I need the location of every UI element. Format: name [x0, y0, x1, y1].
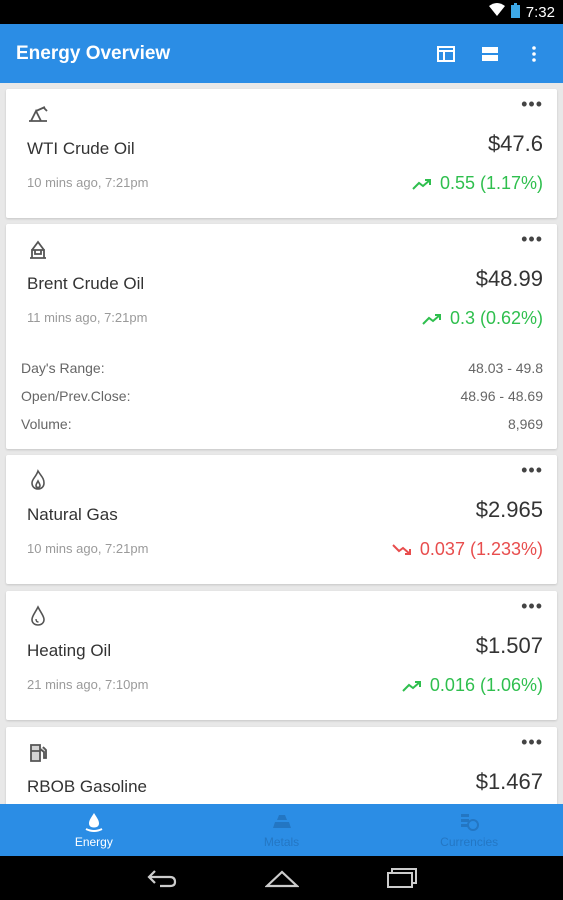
price-change-value: 0.3 (0.62%) — [449, 308, 543, 328]
bottom-nav: Energy Metals Currencies — [0, 804, 563, 856]
commodity-card-heating-oil[interactable]: ••• Heating Oil $1.507 21 mins ago, 7:10… — [6, 591, 557, 720]
card-more-icon[interactable]: ••• — [521, 733, 543, 751]
currencies-icon — [461, 814, 480, 831]
trending-down-icon — [392, 543, 411, 555]
home-icon — [264, 870, 299, 888]
commodity-price: $1.467 — [475, 769, 543, 794]
commodity-price: $1.507 — [475, 633, 543, 658]
commodity-card-rbob-gasoline[interactable]: ••• RBOB Gasoline $1.467 — [6, 727, 557, 804]
back-button[interactable] — [142, 863, 182, 893]
detail-label: Open/Prev.Close: — [21, 388, 131, 404]
oil-rig-icon — [30, 240, 46, 259]
detail-label: Day's Range: — [21, 360, 105, 376]
commodity-list[interactable]: ••• WTI Crude Oil $47.6 10 mins ago, 7:2… — [0, 83, 563, 804]
commodity-card-brent[interactable]: ••• Brent Crude Oil $48.99 11 mins ago, … — [6, 224, 557, 449]
more-vert-icon — [532, 45, 536, 62]
commodity-name: Heating Oil — [27, 641, 112, 660]
update-time: 21 mins ago, 7:10pm — [27, 677, 149, 692]
price-change-value: 0.016 (1.06%) — [429, 675, 543, 695]
update-time: 10 mins ago, 7:21pm — [27, 175, 149, 190]
trending-up-icon — [422, 313, 441, 325]
recents-icon — [386, 868, 417, 888]
oil-pump-icon — [29, 106, 48, 122]
price-change-value: 0.037 (1.233%) — [419, 539, 543, 559]
commodity-name: Brent Crude Oil — [27, 274, 145, 293]
update-time: 10 mins ago, 7:21pm — [27, 541, 149, 556]
nav-tab-metals[interactable]: Metals — [188, 804, 376, 856]
gas-pump-icon — [30, 744, 47, 762]
commodity-name: WTI Crude Oil — [27, 139, 135, 158]
commodity-price: $48.99 — [475, 266, 543, 291]
nav-label: Currencies — [440, 835, 499, 849]
commodity-price: $2.965 — [475, 497, 543, 522]
page-title: Energy Overview — [16, 42, 171, 64]
status-bar: 7:32 — [0, 0, 563, 24]
status-time: 7:32 — [525, 3, 555, 21]
card-more-icon[interactable]: ••• — [521, 597, 543, 615]
overflow-menu-button[interactable] — [523, 43, 545, 65]
nav-label: Metals — [263, 835, 300, 849]
detail-label: Volume: — [21, 416, 72, 432]
detail-value: 8,969 — [507, 416, 543, 432]
price-change-value: 0.55 (1.17%) — [439, 173, 543, 193]
trending-up-icon — [402, 680, 421, 692]
details-table: Day's Range: 48.03 - 49.8 Open/Prev.Clos… — [21, 354, 543, 438]
battery-icon — [510, 2, 520, 22]
nav-tab-currencies[interactable]: Currencies — [375, 804, 563, 856]
layout-icon — [437, 45, 455, 62]
detail-row-day-range: Day's Range: 48.03 - 49.8 — [21, 354, 543, 382]
commodity-card-wti[interactable]: ••• WTI Crude Oil $47.6 10 mins ago, 7:2… — [6, 89, 557, 218]
update-time: 11 mins ago, 7:21pm — [27, 310, 148, 325]
wifi-icon — [488, 3, 505, 21]
back-icon — [146, 870, 176, 888]
commodity-name: Natural Gas — [27, 505, 118, 524]
nav-label: Energy — [74, 835, 113, 849]
oil-drop-icon — [31, 605, 45, 626]
price-change: 0.3 (0.62%) — [422, 308, 543, 329]
card-more-icon[interactable]: ••• — [521, 461, 543, 479]
nav-tab-energy[interactable]: Energy — [0, 804, 188, 856]
view-agenda-icon — [482, 46, 498, 61]
detail-row-volume: Volume: 8,969 — [21, 410, 543, 438]
layout-view-button[interactable] — [435, 43, 457, 65]
commodity-name: RBOB Gasoline — [27, 777, 147, 796]
card-more-icon[interactable]: ••• — [521, 95, 543, 113]
commodity-price: $47.6 — [487, 131, 543, 156]
price-change: 0.037 (1.233%) — [392, 539, 543, 560]
home-button[interactable] — [262, 863, 302, 893]
detail-value: 48.96 - 48.69 — [460, 388, 543, 404]
price-change: 0.55 (1.17%) — [412, 173, 543, 194]
compact-view-button[interactable] — [479, 43, 501, 65]
energy-icon — [85, 813, 103, 832]
trending-up-icon — [412, 178, 431, 190]
card-more-icon[interactable]: ••• — [521, 230, 543, 248]
commodity-card-natural-gas[interactable]: ••• Natural Gas $2.965 10 mins ago, 7:21… — [6, 455, 557, 584]
app-bar: Energy Overview — [0, 24, 563, 83]
recents-button[interactable] — [382, 863, 422, 893]
system-nav-bar — [0, 856, 563, 900]
metals-icon — [272, 815, 291, 828]
price-change: 0.016 (1.06%) — [402, 675, 543, 696]
detail-value: 48.03 - 49.8 — [468, 360, 543, 376]
flame-icon — [31, 469, 45, 490]
detail-row-open-prev-close: Open/Prev.Close: 48.96 - 48.69 — [21, 382, 543, 410]
